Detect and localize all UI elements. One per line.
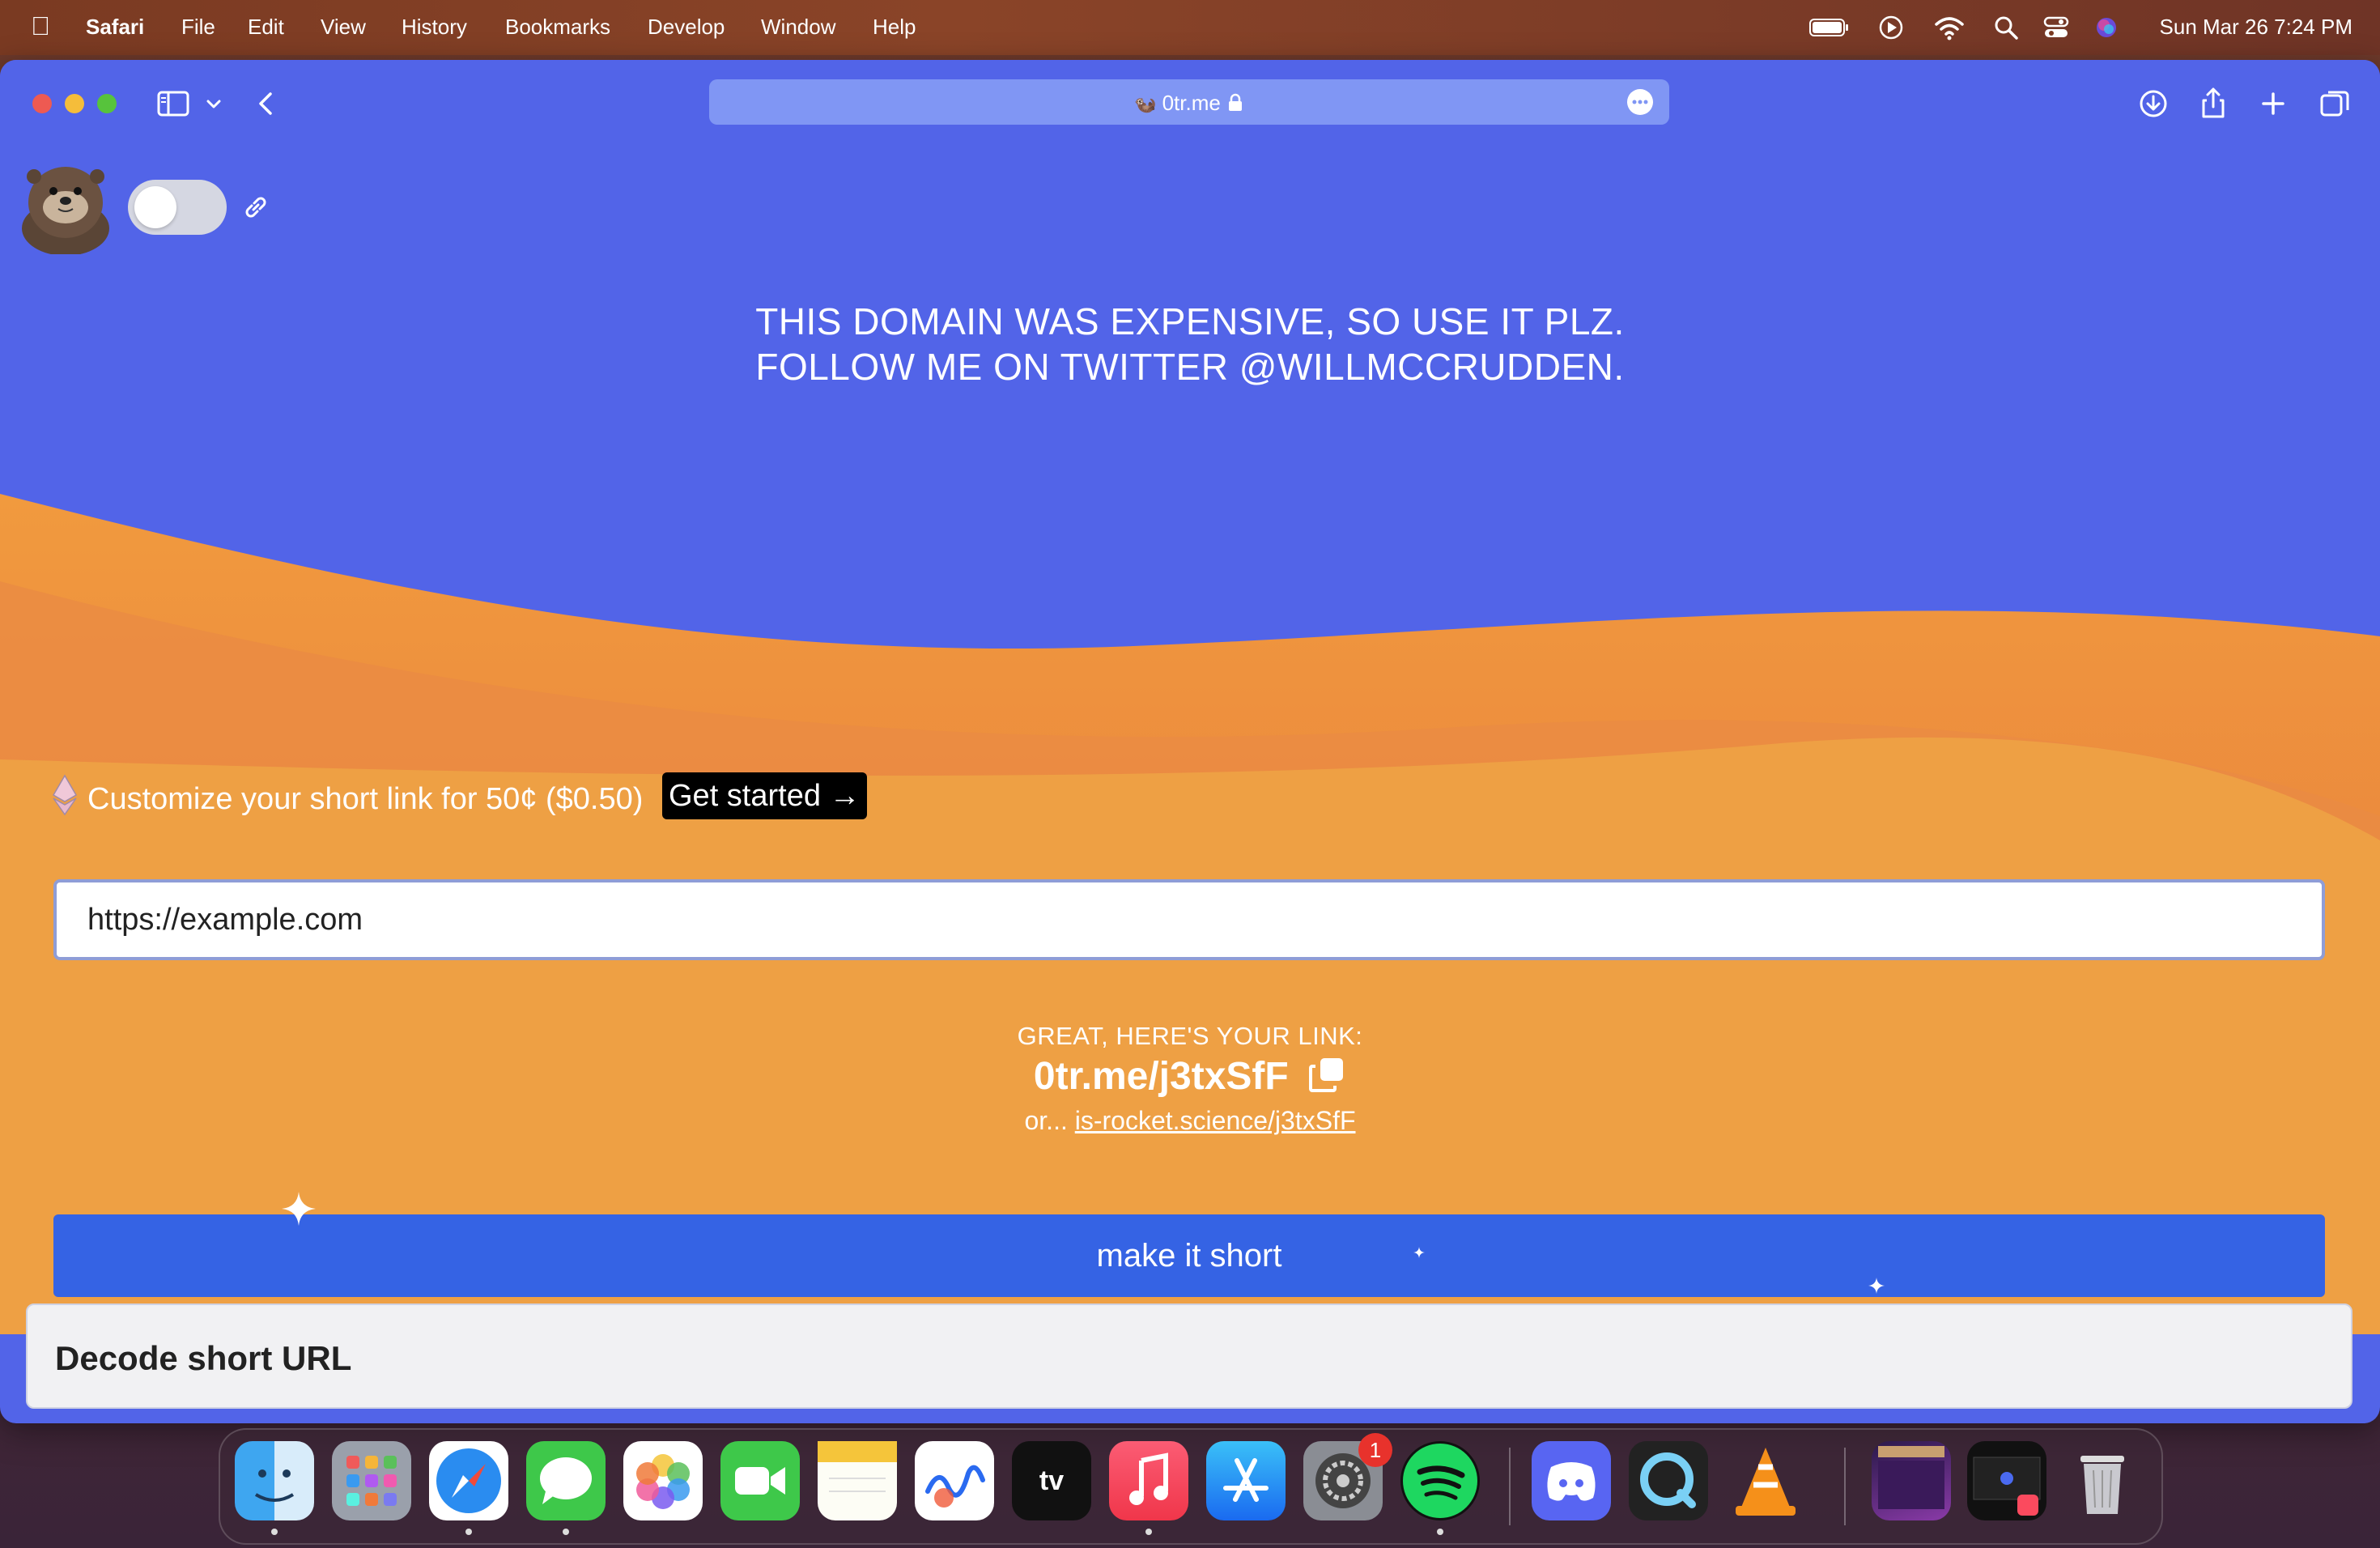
battery-icon[interactable] bbox=[1808, 13, 1851, 42]
play-icon[interactable] bbox=[1876, 13, 1906, 42]
sparkle-icon bbox=[1868, 1278, 1885, 1294]
menu-clock[interactable]: Sun Mar 26 7:24 PM bbox=[2160, 15, 2352, 40]
menu-view[interactable]: View bbox=[321, 15, 366, 40]
decode-panel[interactable]: Decode short URL bbox=[26, 1303, 2352, 1409]
dock-trash-icon[interactable] bbox=[2063, 1441, 2142, 1520]
sidebar-icon[interactable] bbox=[154, 84, 193, 123]
link-icon[interactable] bbox=[240, 191, 272, 223]
theme-toggle[interactable] bbox=[128, 180, 227, 235]
hero-section: THIS DOMAIN WAS EXPENSIVE, SO USE IT PLZ… bbox=[0, 144, 2380, 1334]
settings-notification-badge: 1 bbox=[1358, 1433, 1392, 1467]
menu-file[interactable]: File bbox=[181, 15, 215, 40]
dock: tv 1 bbox=[219, 1428, 2163, 1545]
dock-photos-icon[interactable] bbox=[623, 1441, 703, 1520]
svg-text:tv: tv bbox=[1039, 1465, 1064, 1496]
get-started-button[interactable]: Get started → bbox=[662, 772, 867, 819]
url-input[interactable] bbox=[53, 879, 2325, 960]
spotlight-icon[interactable] bbox=[1991, 13, 2021, 42]
copy-icon[interactable] bbox=[1307, 1055, 1346, 1094]
headline-line-1: THIS DOMAIN WAS EXPENSIVE, SO USE IT PLZ… bbox=[755, 300, 1625, 342]
address-bar-content: 🦦 0tr.me bbox=[709, 91, 1669, 116]
dock-messages-icon[interactable] bbox=[526, 1441, 606, 1520]
dock-quicktime-icon[interactable] bbox=[1629, 1441, 1708, 1520]
menu-history[interactable]: History bbox=[402, 15, 467, 40]
address-bar-url: 0tr.me bbox=[1162, 91, 1221, 115]
control-center-icon[interactable] bbox=[2042, 13, 2071, 42]
alt-link[interactable]: is-rocket.science/j3txSfF bbox=[1075, 1106, 1356, 1135]
browser-toolbar: 🦦 0tr.me bbox=[0, 60, 2380, 144]
short-link-row: 0tr.me/j3txSfF bbox=[0, 1054, 2380, 1099]
dock-spotify-icon[interactable] bbox=[1400, 1441, 1480, 1520]
wifi-icon[interactable] bbox=[1933, 13, 1966, 42]
downloads-icon[interactable] bbox=[2134, 84, 2173, 123]
dock-notes-icon[interactable] bbox=[818, 1441, 897, 1520]
dock-launchpad-icon[interactable] bbox=[332, 1441, 411, 1520]
zoom-window-button[interactable] bbox=[97, 94, 117, 113]
dock-discord-icon[interactable] bbox=[1532, 1441, 1611, 1520]
chevron-down-icon[interactable] bbox=[201, 84, 227, 123]
decode-title: Decode short URL bbox=[55, 1339, 352, 1377]
promo-text: Customize your short link for 50¢ ($0.50… bbox=[87, 782, 644, 816]
dock-recent-item-1-icon[interactable] bbox=[1872, 1441, 1951, 1520]
dock-running-indicator bbox=[465, 1529, 472, 1535]
menu-bookmarks[interactable]: Bookmarks bbox=[505, 15, 610, 40]
address-bar[interactable]: 🦦 0tr.me bbox=[709, 79, 1669, 125]
alt-link-row: or... is-rocket.science/j3txSfF bbox=[0, 1106, 2380, 1136]
dock-music-icon[interactable] bbox=[1109, 1441, 1188, 1520]
dock-separator bbox=[1509, 1448, 1511, 1525]
dock-finder-icon[interactable] bbox=[235, 1441, 314, 1520]
dock-recent-item-2-icon[interactable] bbox=[1967, 1441, 2046, 1520]
lock-icon bbox=[1229, 93, 1243, 111]
toggle-knob bbox=[134, 186, 176, 228]
page-content: THIS DOMAIN WAS EXPENSIVE, SO USE IT PLZ… bbox=[0, 144, 2380, 1423]
otter-favicon-icon: 🦦 bbox=[1133, 94, 1157, 114]
dock-facetime-icon[interactable] bbox=[720, 1441, 800, 1520]
dock-apple-tv-icon[interactable]: tv bbox=[1012, 1441, 1091, 1520]
tabs-overview-icon[interactable] bbox=[2315, 84, 2354, 123]
new-tab-icon[interactable] bbox=[2254, 84, 2293, 123]
ethereum-icon bbox=[52, 774, 78, 816]
result-label: GREAT, HERE'S YOUR LINK: bbox=[1017, 1022, 1363, 1050]
close-window-button[interactable] bbox=[32, 94, 52, 113]
menu-edit[interactable]: Edit bbox=[248, 15, 284, 40]
menu-bar:  Safari File Edit View History Bookmark… bbox=[0, 0, 2380, 55]
dock-running-indicator bbox=[1145, 1529, 1152, 1535]
dock-running-indicator bbox=[1437, 1529, 1443, 1535]
menu-develop[interactable]: Develop bbox=[648, 15, 725, 40]
back-icon[interactable] bbox=[248, 84, 287, 123]
menu-help[interactable]: Help bbox=[873, 15, 916, 40]
dock-safari-icon[interactable] bbox=[429, 1441, 508, 1520]
dock-app-store-icon[interactable] bbox=[1206, 1441, 1286, 1520]
short-link-text[interactable]: 0tr.me/j3txSfF bbox=[1034, 1055, 1289, 1098]
siri-icon[interactable] bbox=[2092, 13, 2121, 42]
headline-line-2: FOLLOW ME ON TWITTER @WILLMCCRUDDEN. bbox=[755, 346, 1625, 388]
alt-link-prefix: or... bbox=[1024, 1106, 1068, 1135]
safari-window: 🦦 0tr.me THIS DOMAIN WAS EXPENSIVE, SO U… bbox=[0, 60, 2380, 1423]
make-it-short-button[interactable]: make it short bbox=[53, 1214, 2325, 1297]
share-icon[interactable] bbox=[2194, 84, 2233, 123]
sparkle-icon bbox=[282, 1192, 316, 1226]
otter-logo-icon[interactable] bbox=[18, 159, 113, 254]
dock-vlc-icon[interactable] bbox=[1726, 1441, 1805, 1520]
menu-app-name[interactable]: Safari bbox=[86, 15, 144, 40]
dock-running-indicator bbox=[271, 1529, 278, 1535]
dock-running-indicator bbox=[563, 1529, 569, 1535]
page-options-icon[interactable] bbox=[1627, 89, 1653, 115]
menu-window[interactable]: Window bbox=[761, 15, 835, 40]
minimize-window-button[interactable] bbox=[65, 94, 84, 113]
dock-separator bbox=[1844, 1448, 1846, 1525]
apple-menu-icon[interactable]:  bbox=[31, 11, 50, 41]
dock-freeform-icon[interactable] bbox=[915, 1441, 994, 1520]
sparkle-icon bbox=[1413, 1247, 1425, 1258]
